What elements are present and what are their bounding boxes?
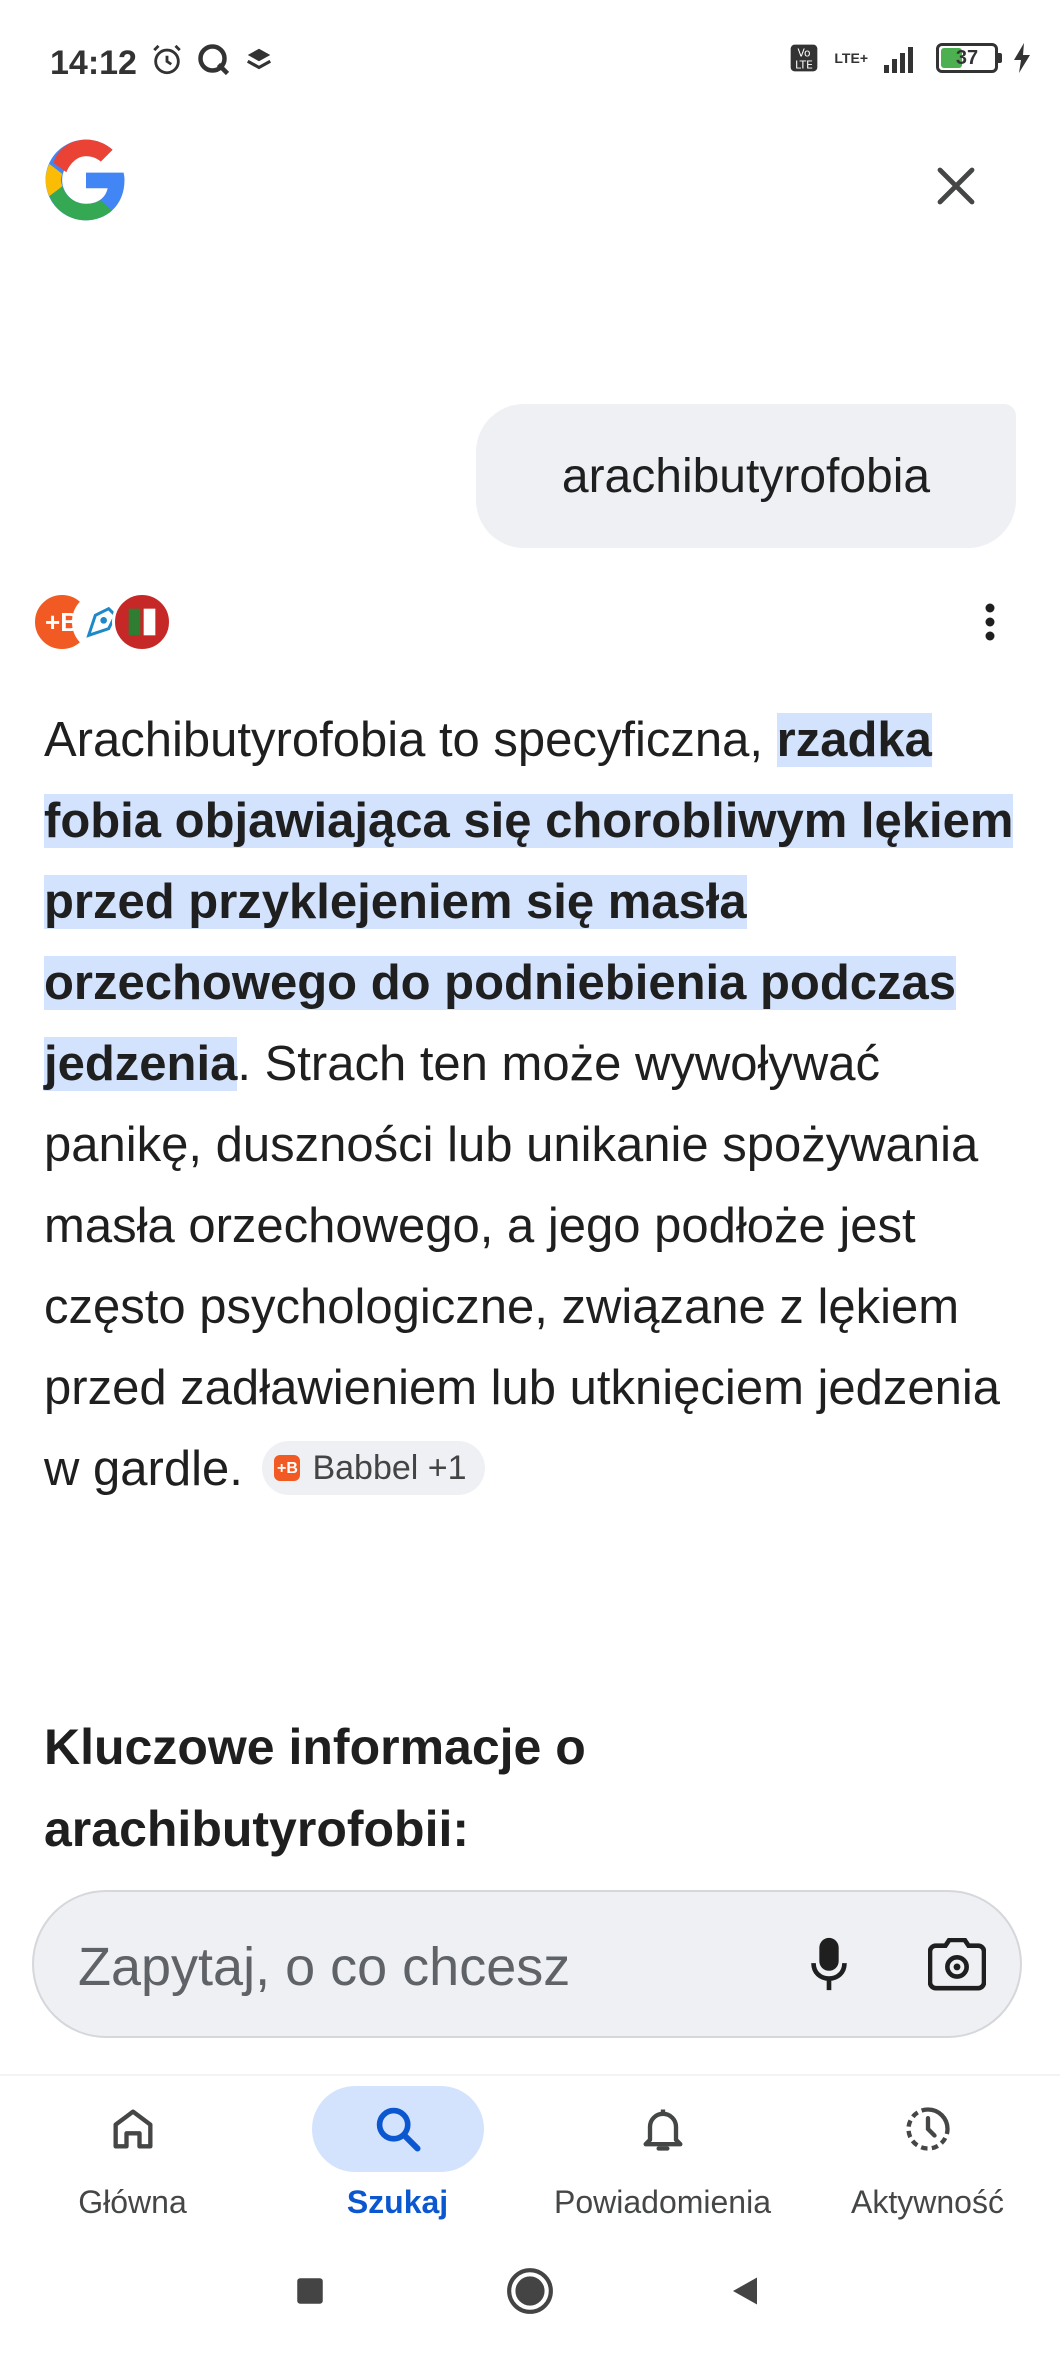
lens-search-button[interactable]	[920, 1928, 994, 2002]
square-icon	[297, 2278, 323, 2304]
nav-activity-label: Aktywność	[851, 2184, 1004, 2220]
q-app-icon	[198, 44, 230, 76]
search-input[interactable]: Zapytaj, o co chcesz	[78, 1936, 570, 1998]
query-bubble: arachibutyrofobia	[476, 404, 1016, 548]
query-text: arachibutyrofobia	[561, 449, 931, 503]
battery-level: 37	[955, 47, 979, 69]
nav-search-icon-wrap	[311, 2086, 484, 2172]
ai-answer: Arachibutyrofobia to specyficzna, rzadka…	[44, 700, 1024, 1510]
answer-intro: Arachibutyrofobia to specyficzna,	[44, 713, 777, 767]
back-button[interactable]	[705, 2256, 785, 2326]
answer-rest: . Strach ten może wywoływać panikę, dusz…	[44, 1037, 1001, 1496]
back-triangle-icon	[733, 2277, 757, 2305]
red-green-avatar-icon	[112, 592, 172, 652]
nav-notifications-icon-wrap	[577, 2086, 749, 2172]
nav-home-icon-wrap	[47, 2086, 219, 2172]
recents-button[interactable]	[270, 2256, 350, 2326]
voice-search-button[interactable]	[794, 1928, 864, 2002]
home-button[interactable]	[490, 2256, 570, 2326]
battery-indicator: 37	[936, 43, 1002, 73]
circle-icon	[507, 2268, 553, 2314]
network-type: LTE+	[834, 50, 868, 66]
status-bar: 14:12 Vo LTE LTE+ 37	[0, 0, 1060, 120]
status-icons-right: Vo LTE LTE+ 37	[788, 42, 1032, 74]
search-bar[interactable]: Zapytaj, o co chcesz	[32, 1890, 1022, 2038]
home-icon	[113, 2109, 152, 2149]
more-vert-icon	[985, 603, 995, 641]
nav-notifications[interactable]: Powiadomienia	[530, 2076, 795, 2226]
nav-notifications-label: Powiadomienia	[553, 2184, 771, 2220]
layers-icon	[246, 48, 272, 70]
status-time: 14:12	[50, 44, 137, 82]
signal-icon	[884, 47, 913, 73]
charging-icon	[1014, 43, 1030, 73]
volte-icon: Vo LTE	[791, 44, 818, 72]
google-g-logo-icon	[45, 139, 125, 221]
svg-text:LTE: LTE	[796, 59, 814, 72]
more-options-button[interactable]	[960, 592, 1020, 652]
google-logo	[42, 136, 130, 224]
nav-home-label: Główna	[78, 2184, 187, 2220]
alarm-icon	[153, 44, 181, 75]
nav-search[interactable]: Szukaj	[265, 2076, 530, 2226]
answer-highlight: rzadka fobia objawiająca się chorobliwym…	[44, 713, 1014, 1091]
source-chip[interactable]: +B Babbel +1	[262, 1441, 485, 1496]
lens-camera-icon	[928, 1938, 986, 1991]
close-icon	[937, 167, 975, 205]
close-button[interactable]	[920, 150, 992, 222]
mic-icon	[811, 1937, 847, 1991]
nav-activity-icon-wrap	[842, 2086, 1014, 2172]
source-avatars[interactable]: +B	[32, 592, 172, 652]
section-heading: Kluczowe informacje o arachibutyrofobii:	[44, 1719, 586, 1857]
nav-activity[interactable]: Aktywność	[795, 2076, 1060, 2226]
source-chip-label: Babbel +1	[312, 1448, 467, 1487]
bottom-navigation: Główna Szukaj Powiadomienia Aktywność	[0, 2074, 1060, 2226]
activity-icon	[905, 2107, 950, 2151]
search-icon	[376, 2107, 421, 2152]
babbel-icon: +B	[274, 1455, 301, 1482]
status-icons-left	[150, 42, 274, 78]
bell-icon	[643, 2109, 682, 2151]
nav-home[interactable]: Główna	[0, 2076, 265, 2226]
system-navigation-bar	[0, 2226, 1060, 2355]
nav-search-label: Szukaj	[346, 2184, 449, 2220]
